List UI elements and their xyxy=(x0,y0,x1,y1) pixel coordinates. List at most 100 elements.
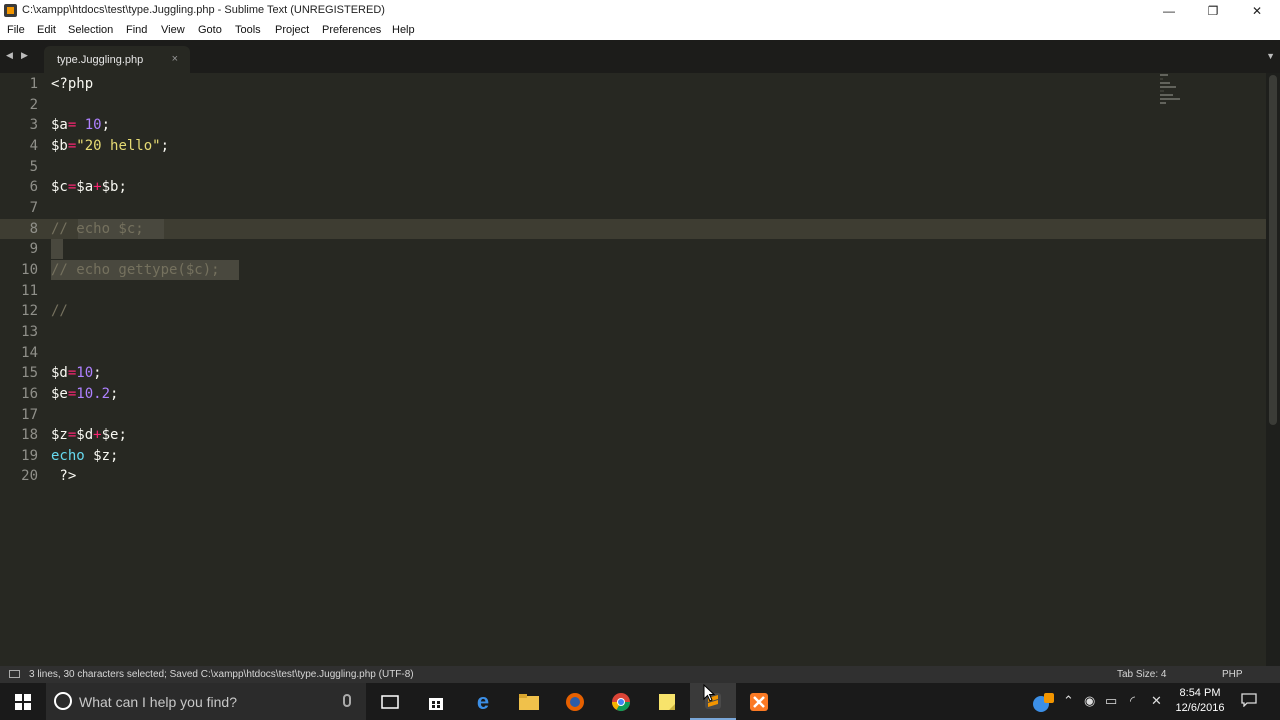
scrollbar-thumb[interactable] xyxy=(1269,75,1277,425)
status-bar: 3 lines, 30 characters selected; Saved C… xyxy=(0,666,1280,683)
code-line-20: ?> xyxy=(51,468,77,484)
menu-help[interactable]: Help xyxy=(392,24,415,36)
code-line-4: $b="20 hello"; xyxy=(51,138,170,154)
line-number: 2 xyxy=(29,97,38,113)
vertical-scrollbar[interactable] xyxy=(1266,73,1280,666)
tab-close-icon[interactable]: × xyxy=(172,53,178,65)
code-line-12: // xyxy=(51,303,68,319)
menu-project[interactable]: Project xyxy=(275,24,309,36)
code-line-19: echo $z; xyxy=(51,448,119,464)
chrome-icon xyxy=(612,692,630,711)
mouse-cursor-icon xyxy=(703,684,715,702)
tab-scroll-right-icon[interactable]: ▶ xyxy=(21,50,28,61)
panel-toggle-icon[interactable] xyxy=(9,670,20,678)
line-number: 13 xyxy=(21,324,38,340)
code-editor[interactable]: 1 2 3 4 5 6 7 8 9 10 11 12 13 14 15 16 1… xyxy=(0,73,1266,666)
line-number: 7 xyxy=(29,200,38,216)
line-number: 6 xyxy=(29,179,38,195)
line-number: 1 xyxy=(29,76,38,92)
clock[interactable]: 8:54 PM 12/6/2016 xyxy=(1170,686,1230,716)
selection-line-9 xyxy=(51,239,63,259)
cortana-search-box[interactable]: What can I help you find? xyxy=(46,683,366,720)
tab-size-selector[interactable]: Tab Size: 4 xyxy=(1117,669,1166,680)
tab-label: type.Juggling.php xyxy=(57,54,144,66)
firefox-button[interactable] xyxy=(552,683,598,720)
xampp-icon xyxy=(750,692,768,711)
show-hidden-icons-chevron[interactable]: ⌃ xyxy=(1063,693,1074,709)
line-number: 11 xyxy=(21,283,38,299)
start-button[interactable] xyxy=(0,683,46,720)
wifi-icon[interactable]: ◜ xyxy=(1130,693,1135,709)
taskbar: What can I help you find? e ⌃ ◉ ▭ ◜ ✕ 8:… xyxy=(0,683,1280,720)
action-center-icon[interactable] xyxy=(1241,693,1257,710)
cortana-icon xyxy=(54,692,72,710)
store-bag-icon xyxy=(429,697,443,710)
window-title: C:\xampp\htdocs\test\type.Juggling.php -… xyxy=(22,4,385,16)
title-bar: C:\xampp\htdocs\test\type.Juggling.php -… xyxy=(0,0,1280,21)
line-number: 10 xyxy=(21,262,38,278)
menu-edit[interactable]: Edit xyxy=(37,24,56,36)
menu-find[interactable]: Find xyxy=(126,24,147,36)
menu-goto[interactable]: Goto xyxy=(198,24,222,36)
tray-app-icon[interactable]: ◉ xyxy=(1084,693,1095,709)
restore-button[interactable]: ❐ xyxy=(1190,0,1236,21)
menu-view[interactable]: View xyxy=(161,24,185,36)
line-number: 8 xyxy=(29,221,38,237)
code-line-10: // echo gettype($c); xyxy=(51,262,220,278)
minimize-button[interactable]: — xyxy=(1146,0,1192,21)
sticky-note-icon xyxy=(659,693,675,710)
firefox-icon xyxy=(566,692,584,711)
line-number: 18 xyxy=(21,427,38,443)
xampp-button[interactable] xyxy=(736,683,782,720)
task-view-button[interactable] xyxy=(367,683,413,720)
line-number: 16 xyxy=(21,386,38,402)
line-number: 17 xyxy=(21,407,38,423)
menu-bar: File Edit Selection Find View Goto Tools… xyxy=(0,21,1280,40)
menu-file[interactable]: File xyxy=(7,24,25,36)
store-button[interactable] xyxy=(413,683,459,720)
sticky-notes-button[interactable] xyxy=(644,683,690,720)
code-line-3: $a= 10; xyxy=(51,117,111,133)
edge-button[interactable]: e xyxy=(460,683,506,720)
close-window-button[interactable]: ✕ xyxy=(1234,0,1280,21)
line-number: 14 xyxy=(21,345,38,361)
edge-icon: e xyxy=(476,688,490,714)
windows-logo-icon xyxy=(15,693,31,710)
menu-selection[interactable]: Selection xyxy=(68,24,113,36)
line-number: 15 xyxy=(21,365,38,381)
current-line-highlight xyxy=(0,219,1266,239)
code-line-15: $d=10; xyxy=(51,365,102,381)
sublime-app-icon xyxy=(4,4,17,17)
status-message: 3 lines, 30 characters selected; Saved C… xyxy=(29,669,414,680)
line-number: 20 xyxy=(21,468,38,484)
line-number: 5 xyxy=(29,159,38,175)
syntax-selector[interactable]: PHP xyxy=(1222,669,1243,680)
battery-icon[interactable]: ▭ xyxy=(1105,693,1117,709)
chrome-button[interactable] xyxy=(598,683,644,720)
code-line-16: $e=10.2; xyxy=(51,386,119,402)
tab-type-juggling[interactable]: type.Juggling.php × xyxy=(44,46,190,73)
line-number: 19 xyxy=(21,448,38,464)
menu-preferences[interactable]: Preferences xyxy=(322,24,381,36)
menu-tools[interactable]: Tools xyxy=(235,24,261,36)
update-notification-icon[interactable] xyxy=(1032,693,1054,716)
file-explorer-button[interactable] xyxy=(506,683,552,720)
line-number: 9 xyxy=(29,241,38,257)
line-number: 4 xyxy=(29,138,38,154)
code-line-18: $z=$d+$e; xyxy=(51,427,127,443)
task-view-icon xyxy=(381,694,399,709)
clock-time: 8:54 PM xyxy=(1179,687,1221,699)
search-placeholder: What can I help you find? xyxy=(79,694,237,710)
folder-icon xyxy=(519,693,539,710)
volume-muted-icon[interactable]: ✕ xyxy=(1151,693,1162,709)
code-line-8: // echo $c; xyxy=(51,221,144,237)
line-number: 12 xyxy=(21,303,38,319)
tab-list-dropdown-icon[interactable]: ▼ xyxy=(1266,51,1275,61)
line-number: 3 xyxy=(29,117,38,133)
tab-bar: ◀ ▶ type.Juggling.php × ▼ xyxy=(0,40,1280,73)
clock-date: 12/6/2016 xyxy=(1175,702,1225,714)
minimap[interactable] xyxy=(1160,74,1184,114)
tab-scroll-left-icon[interactable]: ◀ xyxy=(6,50,13,61)
microphone-icon[interactable] xyxy=(343,694,351,707)
code-line-6: $c=$a+$b; xyxy=(51,179,127,195)
